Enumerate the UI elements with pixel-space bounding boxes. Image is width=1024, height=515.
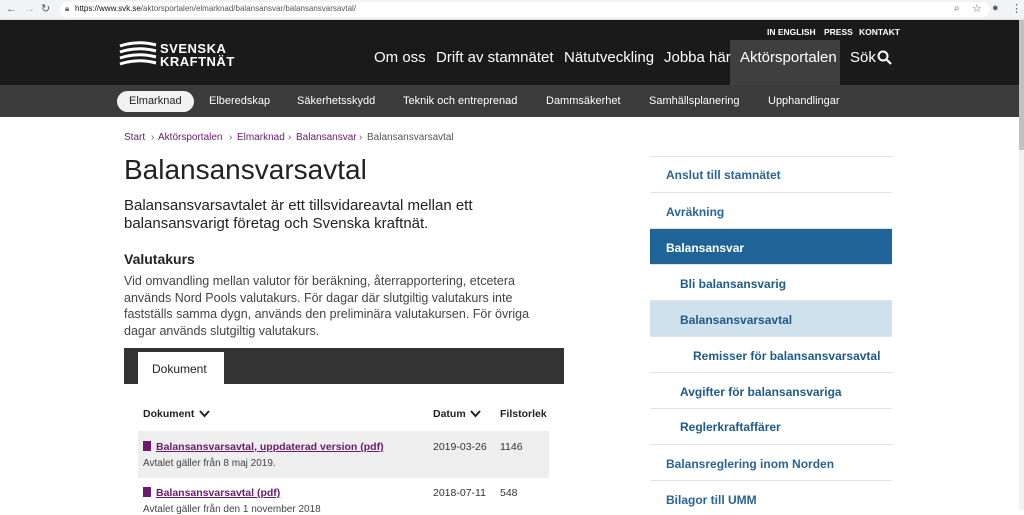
sidebar-label[interactable]: Reglerkraftaffärer [680,420,781,434]
pdf-icon [143,441,151,451]
column-header-dokument[interactable]: Dokument [143,408,194,420]
profile-icon[interactable]: ● [992,2,999,14]
breadcrumb-balansansvar[interactable]: Balansansvar [296,132,357,143]
document-size: 548 [500,487,518,499]
document-note: Avtalet gäller från 8 maj 2019. [143,458,276,469]
breadcrumb-separator-icon: › [359,132,363,143]
breadcrumb-separator-icon: › [151,132,155,143]
column-header-filstorlek[interactable]: Filstorlek [500,408,547,420]
subnav-upphandlingar[interactable]: Upphandlingar [768,95,840,107]
document-date: 2018-07-11 [433,487,486,499]
back-icon[interactable]: ← [6,3,17,15]
subnav-dammsakerhet[interactable]: Dammsäkerhet [546,95,621,107]
subnav-samhallsplanering[interactable]: Samhällsplanering [649,95,740,107]
lead-text: Balansansvarsavtalet är ett tillsvidarea… [124,197,473,232]
nav-sok[interactable]: Sök [850,49,876,66]
forward-icon[interactable]: → [24,3,35,15]
url-text: https://www.svk.se/aktorsportalen/elmark… [75,4,357,13]
sidebar-label[interactable]: Balansansvar [666,241,744,255]
sidebar-label[interactable]: Balansreglering inom Norden [666,457,834,471]
section-heading: Valutakurs [124,251,195,267]
breadcrumb-elmarknad[interactable]: Elmarknad [237,132,285,143]
page-title: Balansansvarsavtal [124,154,367,185]
breadcrumb-current: Balansansvarsavtal [367,132,454,143]
tab-dokument-label[interactable]: Dokument [152,362,207,376]
sidebar-label[interactable]: Avräkning [666,205,724,219]
scrollbar-thumb[interactable] [1019,20,1024,150]
logo-icon[interactable] [118,40,158,70]
document-link[interactable]: Balansansvarsavtal, uppdaterad version (… [156,441,384,453]
document-link[interactable]: Balansansvarsavtal (pdf) [156,487,280,499]
lock-icon: 🔒︎ [65,4,70,13]
nav-aktorsportalen[interactable]: Aktörsportalen [740,49,837,66]
menu-icon[interactable]: ⋮ [1011,2,1022,15]
logo-text-line2[interactable]: KRAFTNÄT [160,54,235,69]
nav-natutveckling[interactable]: Nätutveckling [564,49,654,66]
breadcrumb-separator-icon: › [288,132,292,143]
sidebar-label[interactable]: Bilagor till UMM [666,493,757,507]
breadcrumb-start[interactable]: Start [124,132,145,143]
breadcrumb-separator-icon: › [229,132,233,143]
zoom-icon[interactable]: ⌕ [954,3,960,14]
sidebar-label[interactable]: Balansansvarsavtal [680,313,792,327]
column-header-datum[interactable]: Datum [433,408,466,420]
bookmark-star-icon[interactable]: ☆ [972,2,982,15]
nav-drift[interactable]: Drift av stamnätet [436,49,554,66]
subnav-sakerhetsskydd[interactable]: Säkerhetsskydd [297,95,375,107]
sidebar-label[interactable]: Bli balansansvarig [680,277,786,291]
util-link-kontakt[interactable]: KONTAKT [859,27,900,37]
subnav-elberedskap[interactable]: Elberedskap [209,95,270,107]
sidebar-label[interactable]: Remisser för balansansvarsavtal [693,349,880,363]
table-row [138,431,549,478]
breadcrumb-aktorsportalen[interactable]: Aktörsportalen [158,132,222,143]
pdf-icon [143,487,151,497]
section-body: Vid omvandling mellan valutor för beräkn… [124,274,530,338]
sidebar-label[interactable]: Avgifter för balansansvariga [680,385,842,399]
util-link-english[interactable]: IN ENGLISH [767,27,816,37]
nav-om-oss[interactable]: Om oss [374,49,426,66]
document-date: 2019-03-26 [433,441,487,453]
sidebar-label[interactable]: Anslut till stamnätet [666,168,781,182]
document-size: 1146 [500,441,523,453]
subnav-teknik[interactable]: Teknik och entreprenad [403,95,517,107]
util-link-press[interactable]: PRESS [824,27,853,37]
reload-icon[interactable]: ↻ [41,2,50,15]
chevron-down-icon[interactable] [199,410,210,418]
subnav-elmarknad[interactable]: Elmarknad [129,95,182,107]
search-icon[interactable] [877,50,892,65]
nav-jobba[interactable]: Jobba här [664,49,731,66]
chevron-down-icon[interactable] [470,410,481,418]
